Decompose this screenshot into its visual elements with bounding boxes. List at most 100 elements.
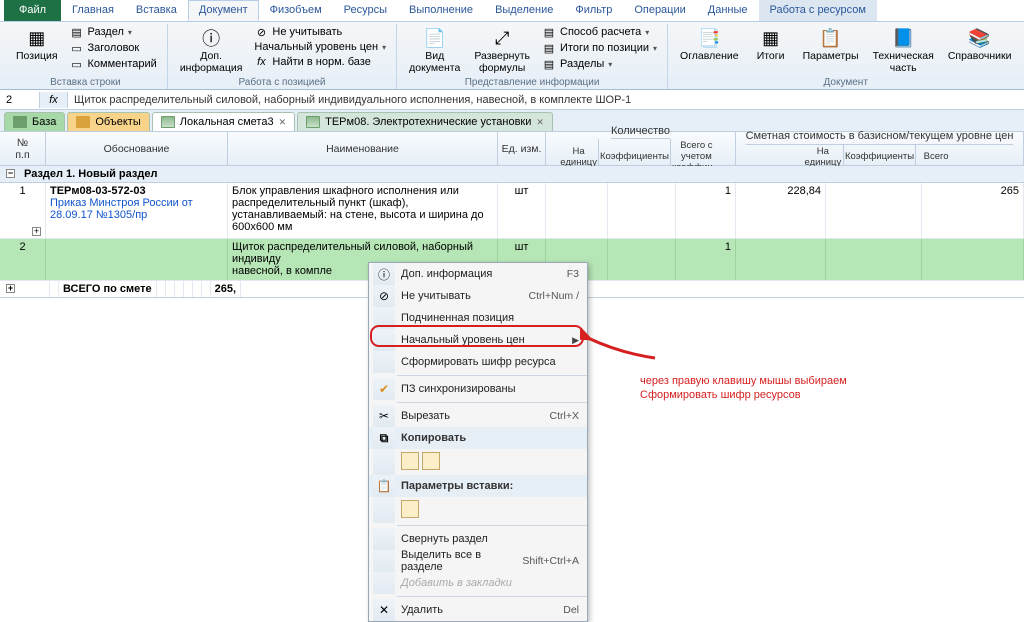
copy-icon: ⧉ xyxy=(373,427,395,449)
table-row-icon: ▦ xyxy=(25,26,49,50)
col-ed[interactable]: Ед. изм. xyxy=(498,132,546,165)
tab-operations[interactable]: Операции xyxy=(623,0,696,21)
section-row[interactable]: − Раздел 1. Новый раздел xyxy=(0,166,1024,183)
grid-header: № п.п Обоснование Наименование Ед. изм. … xyxy=(0,132,1024,166)
nach-uroven-button[interactable]: Начальный уровень цен▾ xyxy=(250,40,390,54)
cm-select-all[interactable]: Выделить все в разделеShift+Ctrl+A xyxy=(369,550,587,572)
razdely-button[interactable]: ▤Разделы▾ xyxy=(538,56,661,72)
info-icon: ⓘ xyxy=(199,26,223,50)
cm-paste-options[interactable] xyxy=(369,497,587,523)
group-insert-row: ▦ Позиция ▤Раздел▾ ▭Заголовок ▭Комментар… xyxy=(4,24,168,89)
col-qty[interactable]: Количество На единицу Коэффициенты Всего… xyxy=(546,132,736,165)
cm-copy-header: ⧉Копировать xyxy=(369,427,587,449)
cm-ne-uchit[interactable]: ⊘Не учитыватьCtrl+Num / xyxy=(369,285,587,307)
tab-fizobem[interactable]: Физобъем xyxy=(259,0,333,21)
db-icon xyxy=(13,116,27,128)
table-row[interactable]: + 1 ТЕРм08-03-572-03 Приказ Минстроя Рос… xyxy=(0,183,1024,239)
header-icon: ▭ xyxy=(70,41,84,55)
cm-pz-sync[interactable]: ✔ПЗ синхронизированы xyxy=(369,378,587,400)
cm-add-bookmark: Добавить в закладки xyxy=(369,572,587,594)
formula-bar: 2 fx Щиток распределительный силовой, на… xyxy=(0,90,1024,110)
tab-file[interactable]: Файл xyxy=(4,0,61,21)
tab-document[interactable]: Документ xyxy=(188,0,259,21)
vid-doc-button[interactable]: 📄 Вид документа xyxy=(403,24,466,76)
ribbon-tabs: Файл Главная Вставка Документ Физобъем Р… xyxy=(0,0,1024,22)
razvernut-button[interactable]: ⤢ Развернуть формулы xyxy=(468,24,536,76)
folder-icon xyxy=(76,116,90,128)
totals-icon: ▦ xyxy=(759,26,783,50)
cm-nach-uroven[interactable]: Начальный уровень цен▶ xyxy=(369,329,587,351)
itogi-pos-button[interactable]: ▤Итоги по позиции▾ xyxy=(538,40,661,56)
formula-input[interactable]: Щиток распределительный силовой, наборны… xyxy=(68,92,1024,108)
calc-icon: ▤ xyxy=(542,25,556,39)
section-button[interactable]: ▤Раздел▾ xyxy=(66,24,161,40)
sections-icon: ▤ xyxy=(542,57,556,71)
disable-icon: ⊘ xyxy=(373,285,395,307)
cm-sform-shifr[interactable]: Сформировать шифр ресурса xyxy=(369,351,587,373)
tab-selection[interactable]: Выделение xyxy=(484,0,564,21)
col-cost[interactable]: Сметная стоимость в базисном/текущем уро… xyxy=(736,132,1024,165)
tab-data[interactable]: Данные xyxy=(697,0,759,21)
cm-cut[interactable]: ✂ВырезатьCtrl+X xyxy=(369,405,587,427)
doctab-smeta[interactable]: Локальная смета3✕ xyxy=(152,112,295,131)
copy-opt-icon[interactable] xyxy=(401,452,419,470)
delete-icon: ✕ xyxy=(373,599,395,621)
col-obos[interactable]: Обоснование xyxy=(46,132,228,165)
comment-button[interactable]: ▭Комментарий xyxy=(66,56,161,72)
fx-icon: fx xyxy=(254,55,268,69)
tab-execution[interactable]: Выполнение xyxy=(398,0,484,21)
close-tab-icon[interactable]: ✕ xyxy=(536,117,544,128)
doctab-objects[interactable]: Объекты xyxy=(67,112,149,131)
tech-chast-button[interactable]: 📘Техническая часть xyxy=(867,24,940,76)
books-icon: 📚 xyxy=(968,26,992,50)
cm-copy-options[interactable] xyxy=(369,449,587,475)
expand-icon: ⤢ xyxy=(490,26,514,50)
sprav-button[interactable]: 📚Справочники xyxy=(942,24,1018,65)
cell-ref-input[interactable]: 2 xyxy=(0,92,40,108)
tab-insert[interactable]: Вставка xyxy=(125,0,188,21)
cm-dop-info[interactable]: ⓘДоп. информацияF3 xyxy=(369,263,587,285)
find-norm-button[interactable]: fxНайти в норм. базе xyxy=(250,54,390,70)
ribbon-body: ▦ Позиция ▤Раздел▾ ▭Заголовок ▭Комментар… xyxy=(0,22,1024,90)
close-tab-icon[interactable]: ✕ xyxy=(279,117,287,128)
tab-home[interactable]: Главная xyxy=(61,0,125,21)
expand-icon[interactable]: + xyxy=(6,284,15,293)
ne-uchit-button[interactable]: ⊘Не учитывать xyxy=(250,24,390,40)
sposob-button[interactable]: ▤Способ расчета▾ xyxy=(538,24,661,40)
arrow-icon xyxy=(580,328,660,368)
collapse-icon[interactable]: − xyxy=(6,169,15,178)
sheet-icon xyxy=(306,116,320,128)
dop-info-button[interactable]: ⓘ Доп. информация xyxy=(174,24,249,76)
paste-opt-icon[interactable] xyxy=(401,500,419,518)
group-pred-info: 📄 Вид документа ⤢ Развернуть формулы ▤Сп… xyxy=(397,24,668,89)
copy-opt-icon[interactable] xyxy=(422,452,440,470)
section-icon: ▤ xyxy=(70,25,84,39)
position-button[interactable]: ▦ Позиция xyxy=(10,24,64,65)
expand-icon[interactable]: + xyxy=(32,227,41,236)
doctab-term[interactable]: ТЕРм08. Электротехнические установки✕ xyxy=(297,112,553,131)
tab-work-resource[interactable]: Работа с ресурсом xyxy=(759,0,877,21)
header-button[interactable]: ▭Заголовок xyxy=(66,40,161,56)
context-menu: ⓘДоп. информацияF3 ⊘Не учитыватьCtrl+Num… xyxy=(368,262,588,622)
doc-icon: 📄 xyxy=(423,26,447,50)
cm-podchin[interactable]: Подчиненная позиция xyxy=(369,307,587,329)
scissors-icon: ✂ xyxy=(373,405,395,427)
tab-resources[interactable]: Ресурсы xyxy=(333,0,398,21)
fx-label: fx xyxy=(40,92,68,108)
tab-filter[interactable]: Фильтр xyxy=(564,0,623,21)
sheet-icon xyxy=(161,116,175,128)
oglavlenie-button[interactable]: 📑Оглавление xyxy=(674,24,745,65)
cm-delete[interactable]: ✕УдалитьDel xyxy=(369,599,587,621)
col-num[interactable]: № п.п xyxy=(0,132,46,165)
sum-icon: ▤ xyxy=(542,41,556,55)
group-work-position: ⓘ Доп. информация ⊘Не учитывать Начальны… xyxy=(168,24,397,89)
info-icon: ⓘ xyxy=(373,263,395,285)
itogi-button[interactable]: ▦Итоги xyxy=(747,24,795,65)
annotation-text: через правую клавишу мышы выбираем Сформ… xyxy=(640,374,847,403)
paste-icon: 📋 xyxy=(373,475,395,497)
parametry-button[interactable]: 📋Параметры xyxy=(797,24,865,65)
doctab-base[interactable]: База xyxy=(4,112,65,131)
cm-collapse-section[interactable]: Свернуть раздел xyxy=(369,528,587,550)
doc-link[interactable]: Приказ Минстроя России от 28.09.17 №1305… xyxy=(50,197,193,221)
col-name[interactable]: Наименование xyxy=(228,132,498,165)
